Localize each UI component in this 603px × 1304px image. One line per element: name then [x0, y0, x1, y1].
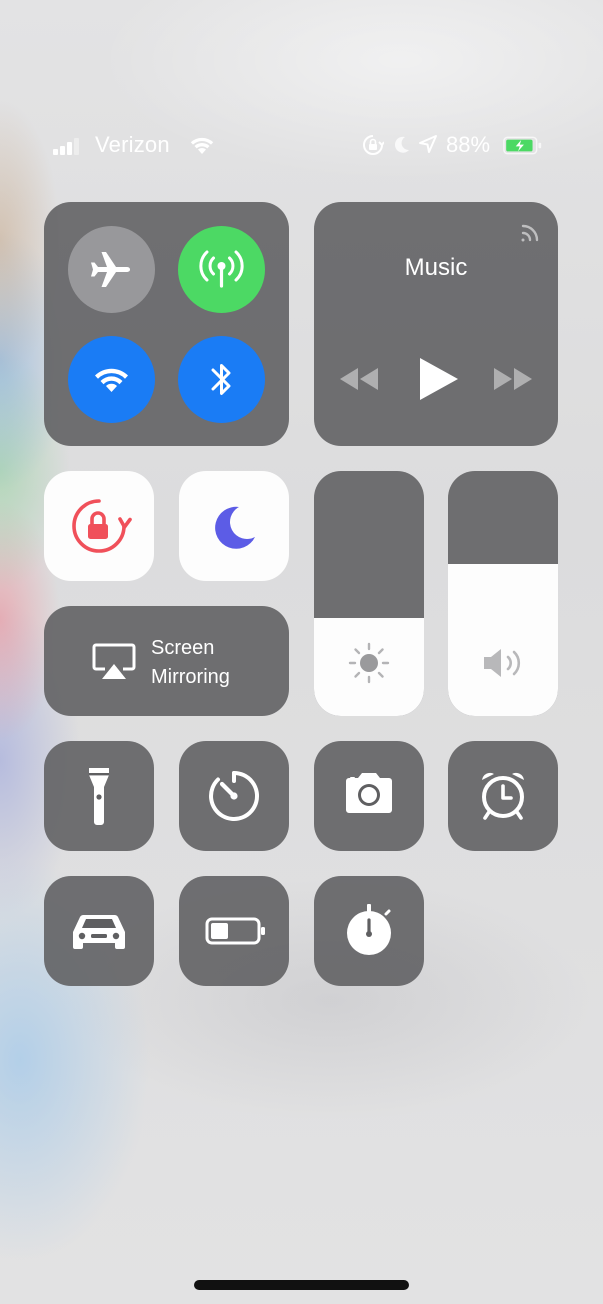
screen-mirroring-icon	[92, 643, 136, 679]
moon-icon	[215, 506, 255, 549]
brightness-slider[interactable]	[314, 471, 424, 716]
cellular-signal-icon	[53, 137, 79, 155]
airplane-mode-toggle[interactable]	[68, 226, 155, 313]
airplane-icon	[91, 252, 130, 287]
bluetooth-toggle[interactable]	[178, 336, 265, 423]
connectivity-module	[44, 202, 289, 446]
screen-mirroring-button[interactable]: Screen Mirroring	[44, 606, 289, 716]
cellular-data-toggle[interactable]	[178, 226, 265, 313]
camera-icon	[346, 773, 392, 813]
orientation-lock-icon	[363, 135, 384, 155]
screen-mirroring-label-line1: Screen	[151, 637, 215, 659]
music-title: Music	[404, 254, 468, 281]
cellular-antenna-icon	[199, 250, 244, 288]
do-not-disturb-moon-icon	[394, 136, 409, 153]
location-arrow-icon	[419, 135, 437, 153]
battery-charging-icon	[503, 136, 542, 155]
speaker-icon	[484, 649, 521, 677]
play-icon[interactable]	[416, 356, 460, 402]
stopwatch-icon	[347, 904, 391, 955]
wifi-icon	[95, 368, 128, 392]
sun-icon	[348, 642, 390, 684]
fast-forward-icon[interactable]	[492, 366, 534, 392]
rewind-icon[interactable]	[338, 366, 380, 392]
flashlight-button[interactable]	[44, 741, 154, 851]
car-icon	[73, 914, 125, 949]
camera-button[interactable]	[314, 741, 424, 851]
timer-icon	[209, 771, 260, 821]
driving-focus-button[interactable]	[44, 876, 154, 986]
do-not-disturb-toggle[interactable]	[179, 471, 289, 581]
timer-button[interactable]	[179, 741, 289, 851]
airplay-audio-icon[interactable]	[519, 220, 543, 244]
orientation-lock-icon	[72, 499, 132, 553]
flashlight-icon	[89, 768, 109, 825]
volume-slider-fill	[448, 564, 558, 716]
music-module[interactable]: Music	[314, 202, 558, 446]
alarm-button[interactable]	[448, 741, 558, 851]
stopwatch-button[interactable]	[314, 876, 424, 986]
low-power-mode-button[interactable]	[179, 876, 289, 986]
volume-slider[interactable]	[448, 471, 558, 716]
home-indicator[interactable]	[194, 1280, 409, 1290]
battery-icon	[205, 917, 265, 945]
screen-mirroring-label-line2: Mirroring	[151, 666, 230, 688]
carrier-name: Verizon	[95, 132, 170, 157]
wifi-toggle[interactable]	[68, 336, 155, 423]
orientation-lock-toggle[interactable]	[44, 471, 154, 581]
battery-percentage: 88%	[446, 132, 491, 157]
status-bar: Verizon 88%	[0, 128, 603, 164]
alarm-clock-icon	[482, 772, 524, 820]
bluetooth-icon	[211, 364, 231, 395]
wifi-icon	[190, 137, 214, 154]
